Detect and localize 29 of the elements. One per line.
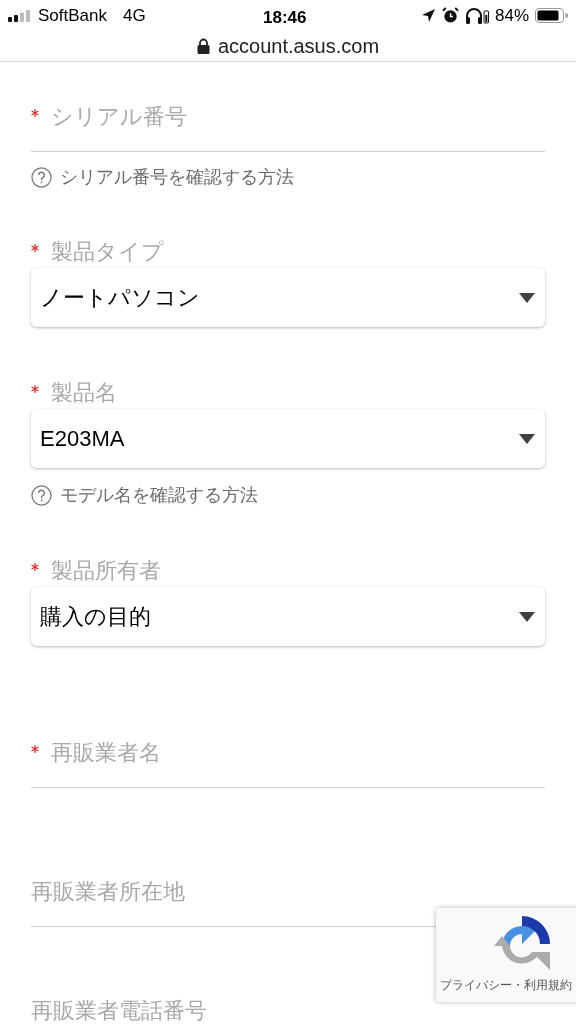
headphones-icon: [464, 7, 489, 24]
alarm-clock-icon: [441, 7, 459, 24]
battery-percent: 84%: [494, 4, 529, 27]
dropdown-caret-icon: [519, 291, 535, 304]
dropdown-caret-icon: [519, 432, 535, 445]
dropdown-caret-icon: [519, 610, 535, 623]
help-icon[interactable]: [31, 484, 52, 506]
network-type: 4G: [123, 4, 146, 27]
field-label: 製品所有者: [51, 557, 161, 585]
help-link[interactable]: シリアル番号を確認する方法: [60, 163, 294, 191]
help-icon[interactable]: [31, 166, 52, 188]
field-placeholder: 再販業者名: [51, 739, 161, 767]
select-field[interactable]: E203MA: [31, 409, 545, 468]
field-label: 製品タイプ: [51, 238, 164, 266]
help-link[interactable]: モデル名を確認する方法: [60, 481, 258, 509]
clock: 18:46: [263, 7, 307, 29]
field-label: 製品名: [51, 379, 117, 407]
field-placeholder: シリアル番号: [51, 103, 187, 131]
field-placeholder: 再販業者電話番号: [31, 997, 207, 1024]
carrier-name: SoftBank: [38, 4, 107, 27]
battery-icon: [535, 8, 568, 23]
privacy-terms-link[interactable]: プライバシー・利用規約: [440, 976, 572, 994]
page-url[interactable]: account.asus.com: [217, 31, 380, 61]
location-arrow-icon: [420, 8, 436, 23]
lock-icon: [196, 38, 210, 54]
field-placeholder: 再販業者所在地: [31, 878, 185, 906]
recaptcha-badge[interactable]: プライバシー・利用規約: [436, 908, 576, 1002]
select-field[interactable]: ノートパソコン: [31, 268, 545, 327]
select-field[interactable]: 購入の目的: [31, 587, 545, 646]
